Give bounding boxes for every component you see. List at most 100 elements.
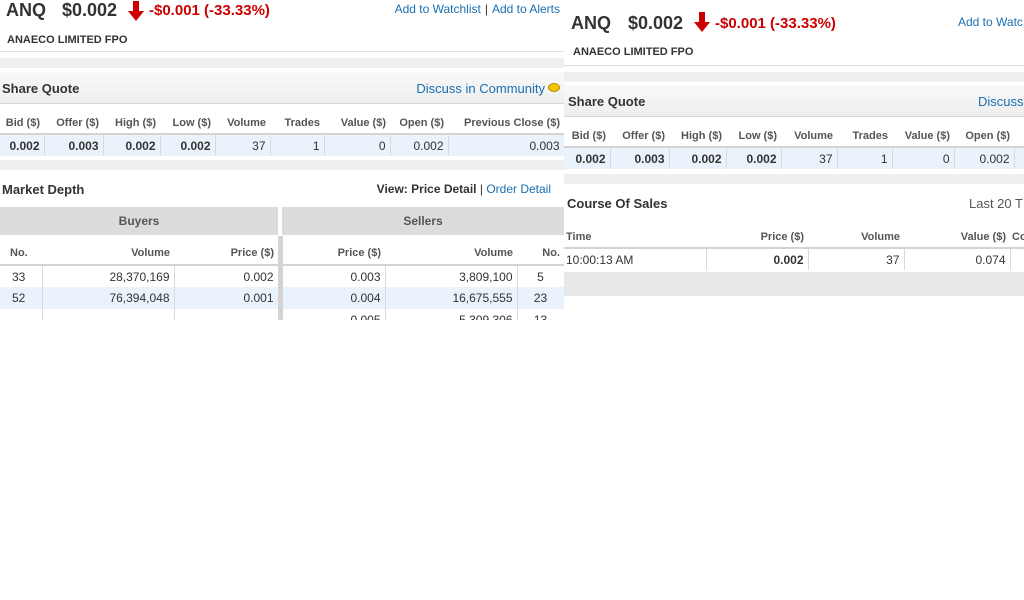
table-row: 52 76,394,048 0.001 (0, 287, 279, 309)
last-20-trades-label: Last 20 T (969, 196, 1023, 211)
low-value: 0.002 (726, 147, 782, 169)
col-value: Value ($) (324, 112, 390, 135)
col-high: High ($) (669, 125, 726, 148)
share-quote-header-row: Bid ($) Offer ($) High ($) Low ($) Volum… (0, 112, 564, 135)
section-gap (564, 72, 1024, 82)
previous-close-value: 0.003 (448, 134, 564, 156)
trades-value: 1 (837, 147, 893, 169)
price-change: -$0.001 (-33.33%) (149, 2, 270, 19)
sellers-table: Price ($) Volume No. 0.003 3,809,100 5 0… (283, 241, 564, 320)
table-row: 10:00:13 AM 0.002 37 0.074 (564, 248, 1024, 270)
buyer-no: 52 (0, 287, 43, 309)
view-label: View: (376, 182, 408, 196)
col-trades: Trades (270, 112, 324, 135)
col-volume: Volume (42, 241, 174, 266)
stock-header: ANQ $0.002 -$0.001 (-33.33%) ANAECO LIMI… (564, 0, 1024, 66)
speech-bubble-icon (548, 83, 560, 92)
company-name: ANAECO LIMITED FPO (573, 46, 694, 58)
add-to-watchlist-link[interactable]: Add to Watchlist (395, 2, 481, 16)
col-open: Open ($) (954, 125, 1014, 148)
share-quote-table: Bid ($) Offer ($) High ($) Low ($) Volum… (564, 125, 1024, 169)
col-price: Price ($) (706, 226, 808, 249)
high-value: 0.002 (669, 147, 727, 169)
trade-price: 0.002 (706, 248, 809, 270)
bid-value: 0.002 (564, 147, 611, 169)
high-value: 0.002 (103, 134, 161, 156)
col-volume: Volume (781, 125, 837, 148)
table-row: 0.004 16,675,555 23 (283, 287, 564, 309)
col-value: Value ($) (904, 226, 1010, 249)
col-volume: Volume (215, 112, 270, 135)
buyer-price: 0.002 (174, 265, 279, 287)
col-price: Price ($) (174, 241, 278, 266)
seller-volume: 16,675,555 (385, 287, 518, 309)
trade-volume: 37 (808, 248, 905, 270)
seller-volume: 3,809,100 (385, 265, 518, 287)
col-volume: Volume (808, 226, 904, 249)
course-of-sales-title: Course Of Sales (567, 196, 668, 211)
buyer-empty (0, 309, 43, 320)
open-value: 0.002 (954, 147, 1015, 169)
stock-header: ANQ $0.002 -$0.001 (-33.33%) ANAECO LIMI… (0, 0, 564, 52)
down-arrow-icon (128, 1, 144, 21)
buyers-table: No. Volume Price ($) 33 28,370,169 0.002… (0, 241, 279, 320)
buyer-empty (42, 309, 175, 320)
trade-time: 10:00:13 AM (564, 248, 707, 270)
add-to-watchlist-link[interactable]: Add to Watc (958, 15, 1023, 29)
stock-code: ANQ (571, 13, 611, 33)
col-volume: Volume (385, 241, 517, 266)
col-price: Price ($) (283, 241, 385, 266)
trades-value: 1 (270, 134, 325, 156)
market-depth-header: Market Depth View: Price Detail | Order … (0, 172, 564, 206)
seller-no: 23 (517, 287, 564, 309)
share-quote-title: Share Quote (2, 81, 80, 96)
stock-code: ANQ (6, 0, 46, 20)
market-depth-view-toggle: View: Price Detail | Order Detail (376, 182, 551, 196)
section-gap (0, 160, 564, 170)
table-row (0, 309, 279, 320)
seller-volume: 5,309,306 (385, 309, 518, 320)
discuss-in-community-link[interactable]: Discuss (978, 94, 1024, 109)
seller-no: 13 (517, 309, 564, 320)
buyer-no: 33 (0, 265, 43, 287)
order-detail-link[interactable]: Order Detail (486, 182, 551, 196)
col-trades: Trades (837, 125, 892, 148)
seller-price: 0.004 (283, 287, 386, 309)
volume-value: 37 (781, 147, 838, 169)
price-detail-option[interactable]: Price Detail (411, 182, 476, 196)
offer-value: 0.003 (44, 134, 104, 156)
discuss-label: Discuss in Community (416, 81, 545, 96)
share-quote-header: Share Quote Discuss (564, 85, 1024, 117)
seller-price: 0.003 (283, 265, 386, 287)
clipped-cell (1014, 147, 1024, 169)
course-of-sales-table: Time Price ($) Volume Value ($) Co 10:00… (564, 226, 1024, 270)
table-row: 0.002 0.003 0.002 0.002 37 1 0 0.002 0.0… (0, 134, 564, 156)
col-bid: Bid ($) (564, 125, 610, 148)
col-bid: Bid ($) (0, 112, 44, 135)
left-panel: ANQ $0.002 -$0.001 (-33.33%) ANAECO LIMI… (0, 0, 564, 320)
table-row: 33 28,370,169 0.002 (0, 265, 279, 287)
col-no: No. (517, 241, 564, 266)
value-value: 0 (892, 147, 955, 169)
buyer-price: 0.001 (174, 287, 279, 309)
sellers-header-row: Price ($) Volume No. (283, 241, 564, 266)
share-quote-header-row: Bid ($) Offer ($) High ($) Low ($) Volum… (564, 125, 1024, 148)
col-low: Low ($) (726, 125, 781, 148)
discuss-in-community-link[interactable]: Discuss in Community (416, 81, 560, 96)
seller-price: 0.005 (283, 309, 386, 320)
down-arrow-icon (694, 12, 710, 32)
buyer-volume: 76,394,048 (42, 287, 175, 309)
header-links: Add to Watchlist | Add to Alerts (394, 2, 560, 16)
col-clipped (1014, 125, 1024, 148)
add-to-alerts-link[interactable]: Add to Alerts (492, 2, 560, 16)
low-value: 0.002 (160, 134, 216, 156)
course-of-sales-header: Course Of Sales Last 20 T (564, 186, 1024, 220)
col-high: High ($) (103, 112, 160, 135)
section-footer (564, 272, 1024, 296)
section-gap (564, 174, 1024, 184)
table-row: 0.002 0.003 0.002 0.002 37 1 0 0.002 (564, 147, 1024, 169)
buyers-header-row: No. Volume Price ($) (0, 241, 278, 266)
trade-condition (1010, 248, 1024, 270)
sellers-header: Sellers (282, 207, 564, 235)
col-open: Open ($) (390, 112, 448, 135)
